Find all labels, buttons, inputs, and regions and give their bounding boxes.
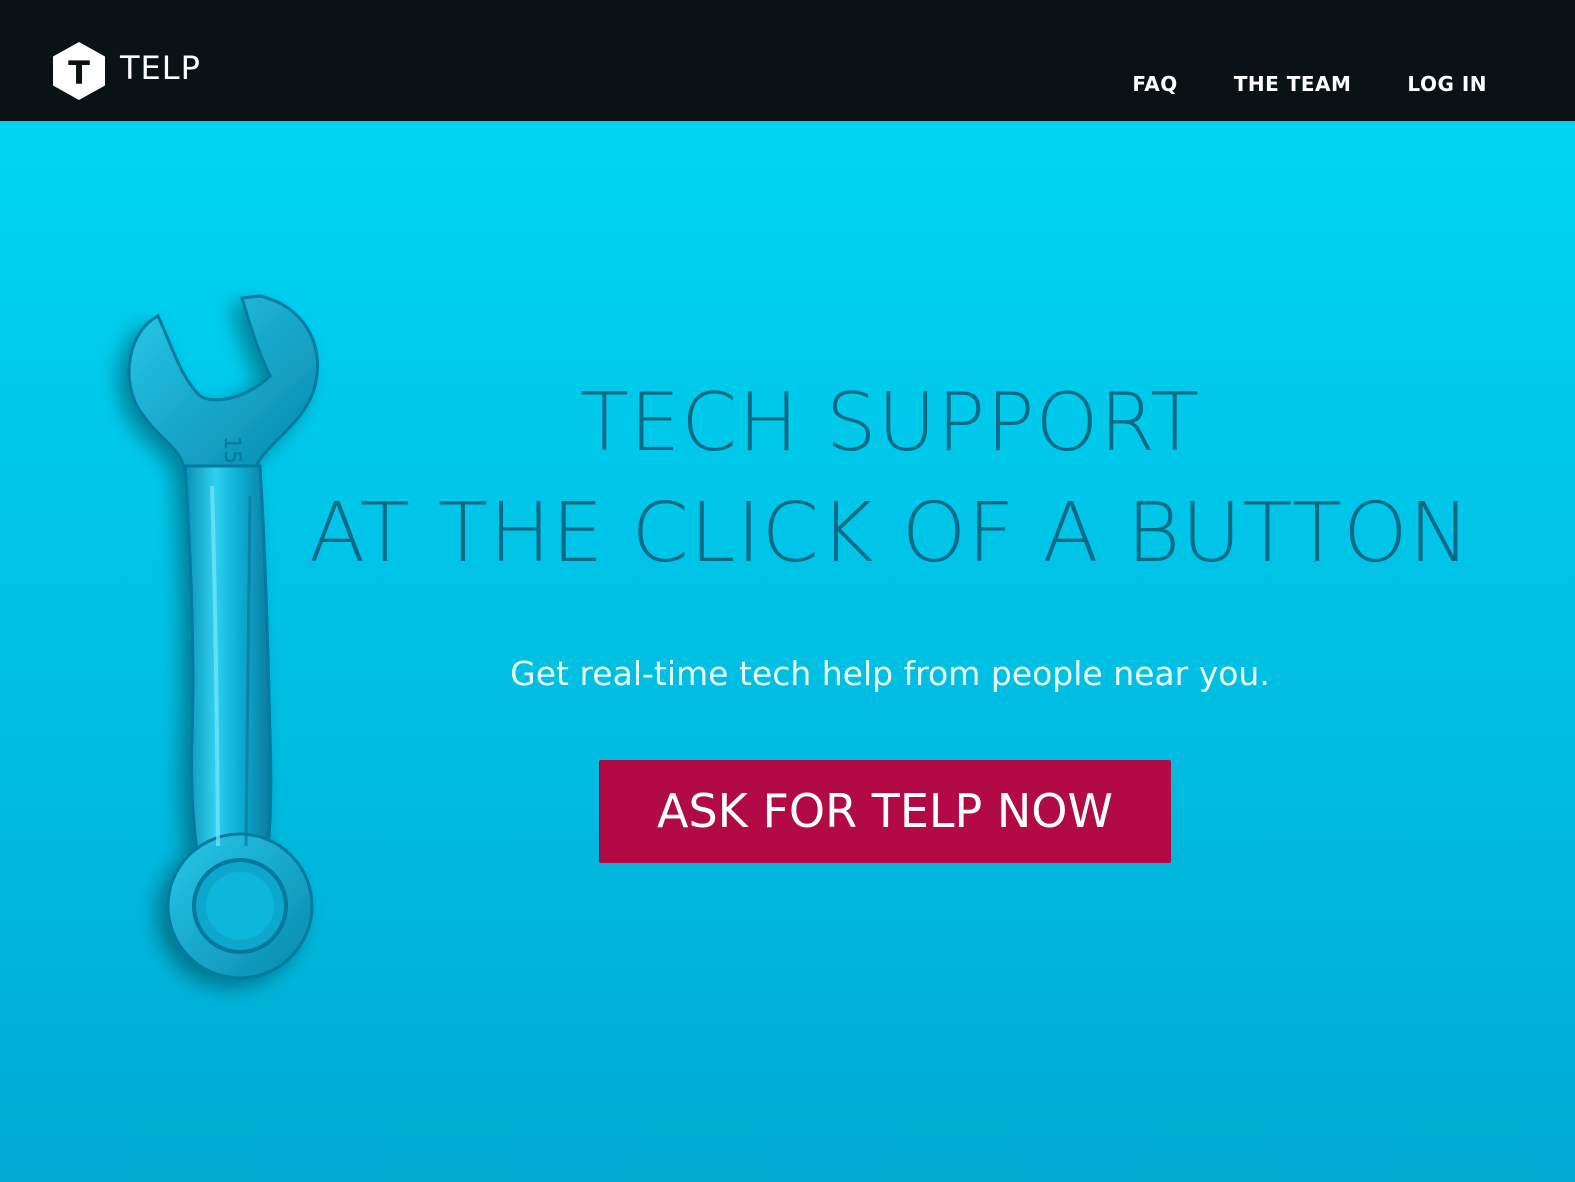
main-nav: FAQ THE TEAM LOG IN xyxy=(1076,72,1487,96)
top-navbar: T TELP FAQ THE TEAM LOG IN xyxy=(0,0,1575,121)
hero-subheadline: Get real-time tech help from people near… xyxy=(510,654,1270,693)
nav-link-the-team[interactable]: THE TEAM xyxy=(1234,72,1352,96)
hexagon-t-logo-icon: T xyxy=(53,42,105,100)
nav-link-log-in[interactable]: LOG IN xyxy=(1407,72,1487,96)
hero-section: 15 TECH SUPPORT AT THE CLICK OF A BUTTON… xyxy=(0,121,1575,1182)
wrench-size-marking: 15 xyxy=(219,436,244,464)
hero-headline-line-2: AT THE CLICK OF A BUTTON xyxy=(309,486,1471,581)
nav-link-faq[interactable]: FAQ xyxy=(1132,72,1177,96)
ask-for-telp-now-button[interactable]: ASK FOR TELP NOW xyxy=(599,760,1171,863)
landing-page: T TELP FAQ THE TEAM LOG IN 15 TECH SUPPO… xyxy=(0,0,1575,1182)
logo-letter: T xyxy=(68,54,90,92)
brand-name: TELP xyxy=(120,49,201,87)
brand-home-link[interactable]: T TELP xyxy=(52,41,201,101)
hero-headline-line-1: TECH SUPPORT xyxy=(579,376,1201,469)
